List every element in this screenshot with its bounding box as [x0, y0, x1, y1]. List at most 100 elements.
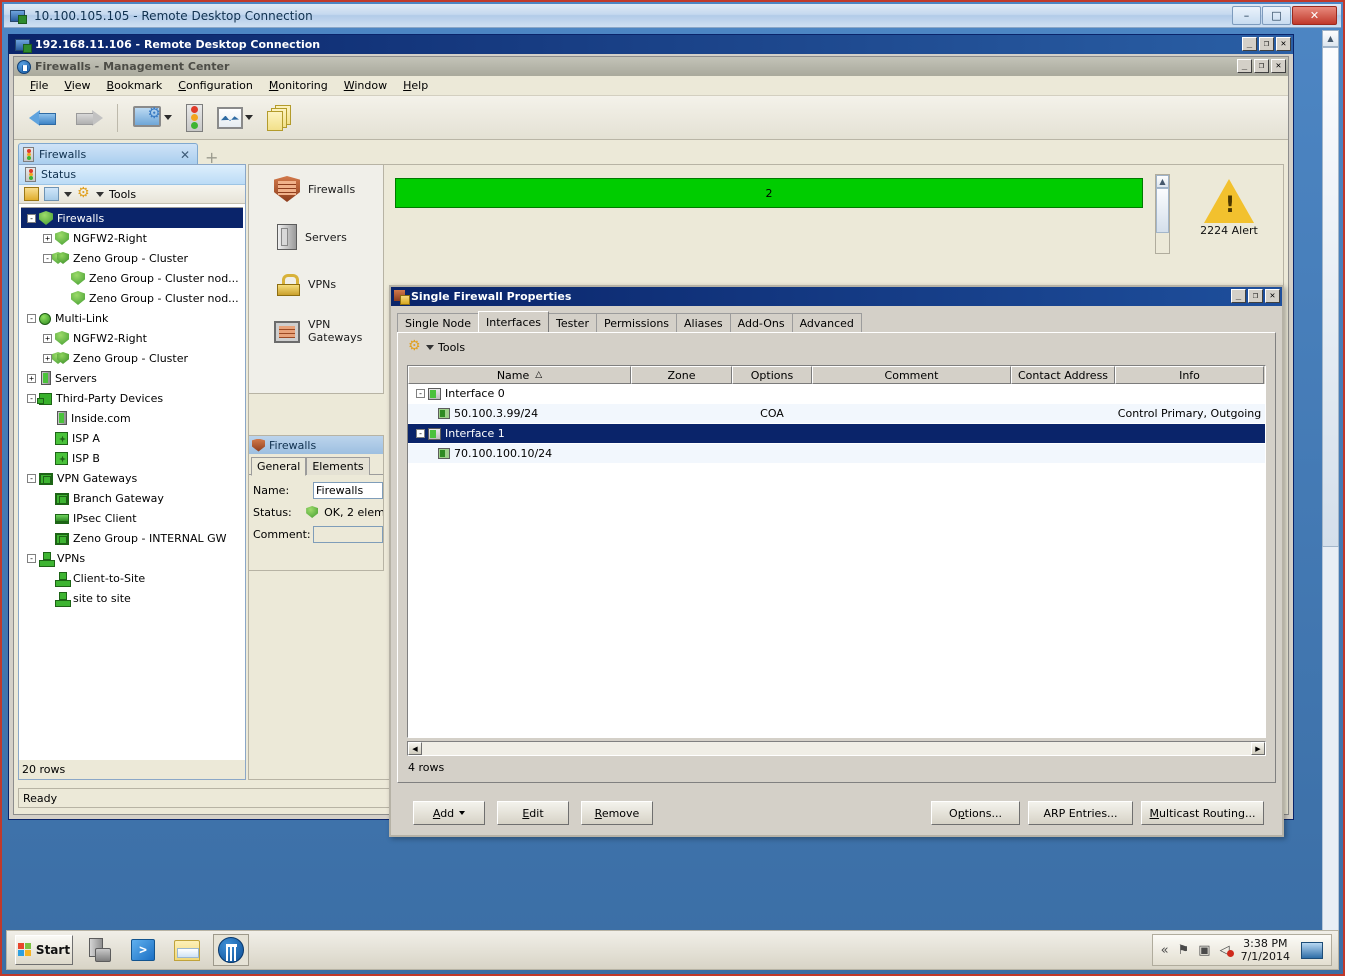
menu-window[interactable]: Window [336, 77, 395, 94]
table-row[interactable]: - Interface 1 [408, 424, 1265, 444]
dialog-restore-button[interactable]: ❐ [1248, 289, 1263, 303]
taskbar-explorer[interactable] [169, 934, 205, 966]
dialog-tools-button[interactable]: ⚙ Tools [398, 333, 1275, 360]
tree-node[interactable]: Branch Gateway [21, 488, 243, 508]
table-row[interactable]: - Interface 0 [408, 384, 1265, 404]
outer-minimize-button[interactable]: – [1232, 6, 1261, 25]
tree-node[interactable]: IPsec Client [21, 508, 243, 528]
action-center-flag-icon[interactable]: ⚑ [1178, 944, 1190, 957]
show-desktop-button[interactable] [1301, 941, 1323, 959]
menu-configuration[interactable]: Configuration [170, 77, 261, 94]
mgmt-minimize-button[interactable]: _ [1237, 59, 1252, 73]
collapse-toggle-icon[interactable]: - [27, 313, 36, 323]
expand-toggle-icon[interactable]: + [43, 353, 52, 363]
taskbar-management-center[interactable] [213, 934, 249, 966]
propcard-name-input[interactable]: Firewalls [313, 481, 383, 499]
tree-node[interactable]: ISP A [21, 428, 243, 448]
menu-monitoring[interactable]: Monitoring [261, 77, 336, 94]
documents-button[interactable] [262, 101, 298, 135]
table-row[interactable]: 50.100.3.99/24 COA Control Primary, Outgoi… [408, 404, 1265, 424]
tree-node[interactable]: - Multi-Link [21, 308, 243, 328]
interfaces-grid[interactable]: Name △ Zone Options Comment Contact Address In… [407, 365, 1266, 738]
chevron-down-icon[interactable] [164, 115, 172, 120]
tree-node[interactable]: Inside.com [21, 408, 243, 428]
options-button[interactable]: Options... [931, 801, 1020, 825]
close-icon[interactable]: ✕ [177, 148, 193, 162]
status-green-bar[interactable]: 2 [395, 178, 1143, 208]
tree-node[interactable]: + NGFW2-Right [21, 328, 243, 348]
outer-close-button[interactable]: ✕ [1292, 6, 1337, 25]
collapse-toggle-icon[interactable]: - [43, 253, 52, 263]
add-tab-button[interactable]: + [205, 150, 218, 166]
tab-single-node[interactable]: Single Node [397, 313, 480, 332]
inner-minimize-button[interactable]: _ [1242, 37, 1257, 51]
menu-help[interactable]: Help [395, 77, 436, 94]
tab-permissions[interactable]: Permissions [595, 313, 678, 332]
category-vpn-gateways[interactable]: VPN Gateways [249, 307, 383, 355]
volume-muted-icon[interactable]: ◁ [1220, 944, 1234, 957]
row-collapse-toggle-icon[interactable]: - [416, 389, 425, 398]
collapse-toggle-icon[interactable]: - [27, 393, 36, 403]
mgmt-close-button[interactable]: ✕ [1271, 59, 1286, 73]
firewalls-tree[interactable]: - Firewalls + NGFW2-Right - Zeno Group - Clus… [21, 207, 243, 759]
outer-vertical-scrollbar[interactable]: ▲ ▼ [1322, 30, 1339, 948]
column-header-options[interactable]: Options [732, 366, 812, 384]
overview-scrollbar[interactable]: ▲ [1155, 174, 1170, 254]
interfaces-grid-body[interactable]: - Interface 0 50.100.3.99/24 COA Control Pri… [408, 384, 1265, 464]
chevron-down-icon-dialog-tools[interactable] [426, 344, 434, 350]
show-hidden-icons-button[interactable]: « [1161, 944, 1169, 957]
dialog-minimize-button[interactable]: _ [1231, 289, 1246, 303]
propcard-tab-general[interactable]: General [251, 457, 307, 476]
tree-node[interactable]: - Firewalls [21, 208, 243, 228]
alert-indicator[interactable]: 2224 Alert [1184, 179, 1274, 237]
outer-maximize-button[interactable]: □ [1262, 6, 1291, 25]
tab-aliases[interactable]: Aliases [676, 313, 731, 332]
category-servers[interactable]: Servers [249, 213, 383, 261]
chevron-down-icon-new[interactable] [64, 191, 72, 197]
tab-advanced[interactable]: Advanced [791, 313, 862, 332]
chevron-down-icon-add-button[interactable] [459, 811, 466, 815]
tree-node[interactable]: - Third-Party Devices [21, 388, 243, 408]
expand-toggle-icon[interactable]: + [27, 373, 36, 383]
tree-node[interactable]: site to site [21, 588, 243, 608]
grid-scroll-left-arrow[interactable]: ◀ [408, 742, 422, 755]
clock[interactable]: 3:38 PM 7/1/2014 [1241, 937, 1290, 963]
tree-node[interactable]: Zeno Group - Cluster nod... [21, 268, 243, 288]
taskbar-server-manager[interactable] [81, 934, 117, 966]
overview-scroll-up-arrow[interactable]: ▲ [1156, 175, 1169, 188]
menu-view[interactable]: View [56, 77, 98, 94]
column-header-info[interactable]: Info [1115, 366, 1264, 384]
tree-node[interactable]: Zeno Group - INTERNAL GW [21, 528, 243, 548]
network-icon[interactable]: ▣ [1198, 944, 1210, 957]
taskbar-powershell[interactable]: > [125, 934, 161, 966]
tree-node[interactable]: ISP B [21, 448, 243, 468]
tree-node[interactable]: + Servers [21, 368, 243, 388]
expand-toggle-icon[interactable]: + [43, 233, 52, 243]
outer-vscroll-thumb[interactable] [1322, 47, 1339, 547]
dialog-close-button[interactable]: ✕ [1265, 289, 1280, 303]
column-header-contact-address[interactable]: Contact Address [1011, 366, 1115, 384]
scroll-up-arrow[interactable]: ▲ [1322, 30, 1339, 47]
up-folder-icon[interactable] [24, 187, 39, 201]
status-button[interactable] [181, 101, 208, 135]
tree-node[interactable]: + Zeno Group - Cluster [21, 348, 243, 368]
collapse-toggle-icon[interactable]: - [27, 553, 36, 563]
chevron-down-icon-2[interactable] [245, 115, 253, 120]
tab-interfaces[interactable]: Interfaces [478, 311, 550, 332]
tree-node[interactable]: - VPNs [21, 548, 243, 568]
category-firewalls[interactable]: Firewalls [249, 165, 383, 213]
column-header-name[interactable]: Name △ [408, 366, 631, 384]
forward-button[interactable] [68, 101, 108, 135]
collapse-toggle-icon[interactable]: - [27, 213, 36, 223]
column-header-zone[interactable]: Zone [631, 366, 732, 384]
mgmt-restore-button[interactable]: ❐ [1254, 59, 1269, 73]
column-header-comment[interactable]: Comment [812, 366, 1011, 384]
tree-node[interactable]: Client-to-Site [21, 568, 243, 588]
tree-node[interactable]: - Zeno Group - Cluster [21, 248, 243, 268]
propcard-tab-elements[interactable]: Elements [306, 457, 370, 475]
monitor-config-button[interactable] [127, 101, 177, 135]
start-button[interactable]: Start [15, 935, 73, 965]
collapse-toggle-icon[interactable]: - [27, 473, 36, 483]
add-button[interactable]: Add [413, 801, 485, 825]
back-button[interactable] [24, 101, 64, 135]
